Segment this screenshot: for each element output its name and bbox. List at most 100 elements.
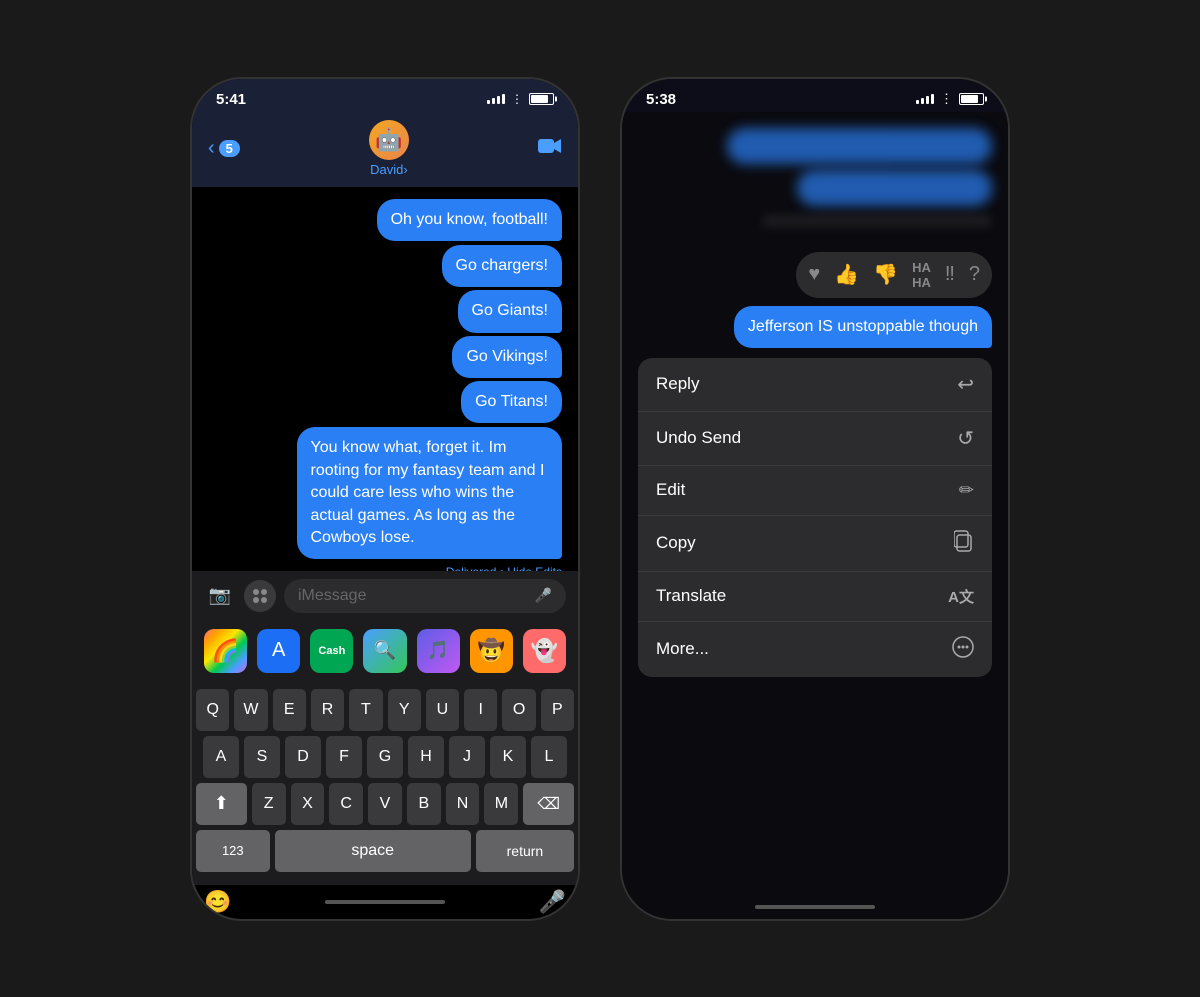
key-B[interactable]: B xyxy=(407,783,441,825)
key-Q[interactable]: Q xyxy=(196,689,229,731)
context-menu: Reply ↩ Undo Send ↺ Edit ✏ Copy xyxy=(638,358,992,677)
menu-item-undo-send[interactable]: Undo Send ↺ xyxy=(638,412,992,466)
react-heart[interactable]: ♥ xyxy=(808,263,820,286)
wifi-icon-2: ⋮ xyxy=(940,91,953,107)
key-T[interactable]: T xyxy=(349,689,382,731)
back-button[interactable]: ‹ 5 xyxy=(208,137,240,160)
findmy-icon[interactable]: 🔍 xyxy=(363,629,406,673)
emoji-button[interactable]: 😊 xyxy=(204,889,231,915)
menu-item-translate[interactable]: Translate A文 xyxy=(638,572,992,622)
appcash-icon[interactable]: Cash xyxy=(310,629,353,673)
backspace-key[interactable]: ⌫ xyxy=(523,783,574,825)
menu-undo-label: Undo Send xyxy=(656,428,741,448)
photos-app-icon[interactable]: 🌈 xyxy=(204,629,247,673)
message-bubble-1: Go chargers! xyxy=(442,245,562,287)
message-input[interactable]: iMessage 🎤 xyxy=(284,579,566,613)
edit-icon: ✏ xyxy=(959,480,974,501)
voice-icon[interactable]: 🎵 xyxy=(417,629,460,673)
time-2: 5:38 xyxy=(646,91,676,108)
video-call-button[interactable] xyxy=(538,137,562,160)
shift-key[interactable]: ⬆ xyxy=(196,783,247,825)
return-key[interactable]: return xyxy=(476,830,574,872)
key-O[interactable]: O xyxy=(502,689,535,731)
home-bar xyxy=(325,900,445,904)
phone-1: 5:41 ⋮ ‹ 5 🤖 xyxy=(190,77,580,921)
translate-icon: A文 xyxy=(948,586,974,607)
message-bubble-3: Go Vikings! xyxy=(452,336,562,378)
input-bar: 📷 iMessage 🎤 xyxy=(192,571,578,621)
key-C[interactable]: C xyxy=(329,783,363,825)
phone-2: 5:38 ⋮ xyxy=(620,77,1010,921)
menu-item-reply[interactable]: Reply ↩ xyxy=(638,358,992,412)
menu-copy-label: Copy xyxy=(656,533,696,553)
key-A[interactable]: A xyxy=(203,736,239,778)
blurred-messages-area xyxy=(622,112,1008,214)
mic-icon-input: 🎤 xyxy=(535,587,552,604)
keyboard-row-4: 123 space return xyxy=(196,830,574,872)
home-bar-2 xyxy=(755,905,875,909)
back-arrow-icon: ‹ xyxy=(208,137,215,160)
key-J[interactable]: J xyxy=(449,736,485,778)
key-R[interactable]: R xyxy=(311,689,344,731)
camera-icon[interactable]: 📷 xyxy=(204,580,236,612)
status-bar-1: 5:41 ⋮ xyxy=(192,79,578,112)
battery-icon-2 xyxy=(959,93,984,105)
key-S[interactable]: S xyxy=(244,736,280,778)
battery-icon xyxy=(529,93,554,105)
keyboard-row-1: Q W E R T Y U I O P xyxy=(196,689,574,731)
keyboard-bottom: 😊 🎤 xyxy=(192,885,578,919)
react-question[interactable]: ? xyxy=(969,263,980,286)
key-M[interactable]: M xyxy=(484,783,518,825)
menu-translate-label: Translate xyxy=(656,586,726,606)
key-L[interactable]: L xyxy=(531,736,567,778)
menu-item-more[interactable]: More... xyxy=(638,622,992,677)
key-F[interactable]: F xyxy=(326,736,362,778)
key-K[interactable]: K xyxy=(490,736,526,778)
react-thumbsdown[interactable]: 👎 xyxy=(873,262,898,287)
key-V[interactable]: V xyxy=(368,783,402,825)
react-thumbsup[interactable]: 👍 xyxy=(834,262,859,287)
react-exclaim[interactable]: ‼ xyxy=(945,263,955,286)
apps-icon[interactable] xyxy=(244,580,276,612)
menu-more-label: More... xyxy=(656,639,709,659)
space-key[interactable]: space xyxy=(275,830,471,872)
key-Y[interactable]: Y xyxy=(388,689,421,731)
time-1: 5:41 xyxy=(216,91,246,108)
num-key[interactable]: 123 xyxy=(196,830,270,872)
key-X[interactable]: X xyxy=(291,783,325,825)
key-D[interactable]: D xyxy=(285,736,321,778)
contact-name: David› xyxy=(370,162,408,177)
more-icon xyxy=(952,636,974,663)
key-N[interactable]: N xyxy=(446,783,480,825)
home-indicator xyxy=(325,892,445,912)
key-I[interactable]: I xyxy=(464,689,497,731)
keyboard: Q W E R T Y U I O P A S D F G H J K L xyxy=(192,681,578,885)
key-W[interactable]: W xyxy=(234,689,267,731)
key-P[interactable]: P xyxy=(541,689,574,731)
blurred-text-1 xyxy=(762,214,992,228)
status-icons-2: ⋮ xyxy=(916,91,984,107)
key-E[interactable]: E xyxy=(273,689,306,731)
back-badge: 5 xyxy=(219,140,240,157)
menu-item-copy[interactable]: Copy xyxy=(638,516,992,572)
nav-bar-1: ‹ 5 🤖 David› xyxy=(192,112,578,187)
contact-info[interactable]: 🤖 David› xyxy=(369,120,409,177)
reaction-bar-container: ♥ 👍 👎 HAHA ‼ ? xyxy=(622,236,1008,306)
message-bubble-0: Oh you know, football! xyxy=(377,199,562,241)
message-container-2: Jefferson IS unstoppable though xyxy=(622,306,1008,358)
status-bar-2: 5:38 ⋮ xyxy=(622,79,1008,112)
key-U[interactable]: U xyxy=(426,689,459,731)
key-G[interactable]: G xyxy=(367,736,403,778)
memoji1-icon[interactable]: 🤠 xyxy=(470,629,513,673)
key-H[interactable]: H xyxy=(408,736,444,778)
appstore-icon[interactable]: A xyxy=(257,629,300,673)
memoji2-icon[interactable]: 👻 xyxy=(523,629,566,673)
copy-icon xyxy=(954,530,974,557)
active-message-bubble: Jefferson IS unstoppable though xyxy=(734,306,992,348)
dictation-button[interactable]: 🎤 xyxy=(539,889,566,915)
react-haha[interactable]: HAHA xyxy=(912,260,931,290)
message-bubble-2: Go Giants! xyxy=(458,290,562,332)
keyboard-row-3: ⬆ Z X C V B N M ⌫ xyxy=(196,783,574,825)
menu-item-edit[interactable]: Edit ✏ xyxy=(638,466,992,516)
key-Z[interactable]: Z xyxy=(252,783,286,825)
